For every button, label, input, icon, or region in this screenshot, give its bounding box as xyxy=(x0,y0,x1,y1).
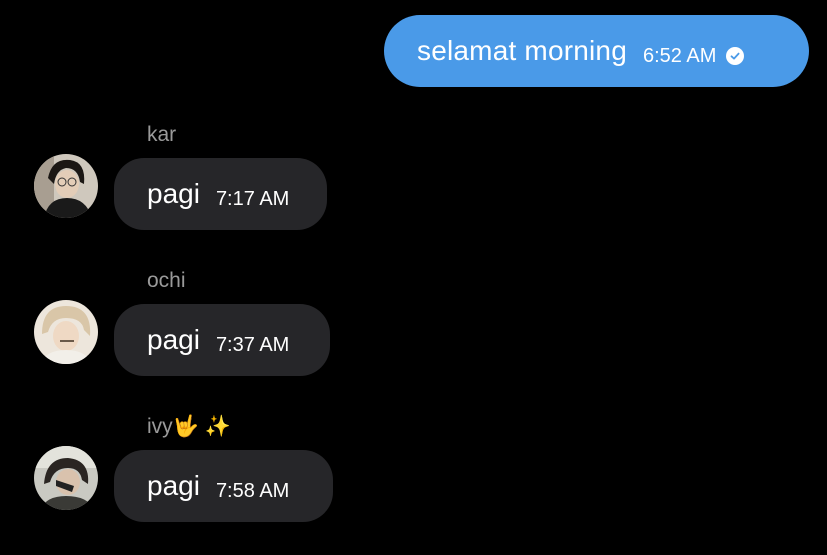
message-timestamp: 7:58 AM xyxy=(215,479,290,502)
message-timestamp: 6:52 AM xyxy=(642,44,717,67)
avatar[interactable] xyxy=(34,154,98,218)
incoming-message-bubble[interactable]: pagi 7:58 AM xyxy=(114,450,333,522)
message-text: pagi xyxy=(147,324,200,355)
incoming-message-bubble[interactable]: pagi 7:37 AM xyxy=(114,304,330,376)
message-timestamp: 7:37 AM xyxy=(215,333,290,356)
sender-name: ivy🤟 ✨ xyxy=(147,415,231,438)
read-check-icon xyxy=(726,47,745,65)
message-timestamp: 7:17 AM xyxy=(215,187,290,210)
sender-name: ochi xyxy=(147,269,186,292)
message-text: pagi xyxy=(147,178,200,209)
outgoing-message-bubble[interactable]: selamat morning 6:52 AM xyxy=(384,15,809,87)
avatar[interactable] xyxy=(34,300,98,364)
incoming-message-bubble[interactable]: pagi 7:17 AM xyxy=(114,158,327,230)
message-text: pagi xyxy=(147,470,200,501)
avatar[interactable] xyxy=(34,446,98,510)
sender-name: kar xyxy=(147,123,177,146)
message-text: selamat morning xyxy=(417,35,627,66)
